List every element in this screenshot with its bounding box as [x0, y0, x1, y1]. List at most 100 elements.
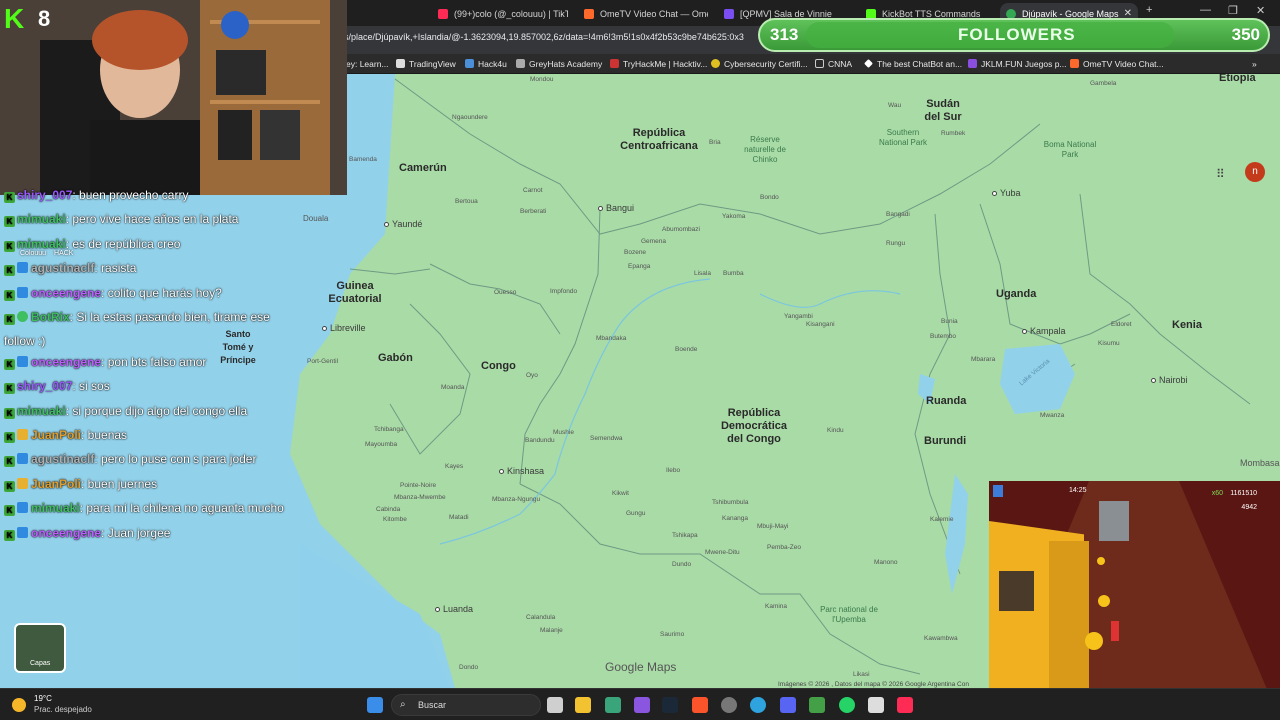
tab-ometv[interactable]: OmeTV Video Chat — Omegle — [578, 3, 708, 25]
chat-username[interactable]: onceengene — [31, 526, 101, 540]
file-explorer-icon[interactable] — [575, 697, 591, 713]
bookmarks-overflow-icon[interactable]: » — [1252, 57, 1257, 71]
chat-username[interactable]: mimuaki — [17, 237, 66, 251]
bookmark-item[interactable]: OmeTV Video Chat... — [1070, 57, 1164, 71]
bookmark-item[interactable]: JKLM.FUN Juegos p... — [968, 57, 1067, 71]
park-chinko[interactable]: Réserve naturelle de Chinko — [738, 135, 792, 165]
steam-icon[interactable] — [662, 697, 678, 713]
capital-juba[interactable]: Yuba — [992, 188, 1021, 198]
close-window-icon[interactable]: ✕ — [1256, 4, 1265, 17]
capital-luanda[interactable]: Luanda — [435, 604, 473, 614]
chat-username[interactable]: agustinaclf — [31, 261, 94, 275]
city-label: Mwene-Ditu — [705, 549, 740, 556]
label-gabon[interactable]: Gabón — [378, 352, 413, 365]
search-icon: ⌕ — [400, 699, 406, 710]
new-tab-icon[interactable]: + — [1146, 4, 1152, 16]
label-dr-congo[interactable]: República Democrática del Congo — [716, 407, 792, 446]
chat-text: : es de república creo — [65, 236, 181, 251]
bookmark-item[interactable]: The best ChatBot an... — [864, 57, 962, 71]
capital-kinshasa[interactable]: Kinshasa — [499, 466, 544, 476]
city-label: Berberati — [520, 208, 547, 215]
jklm-icon — [968, 59, 977, 68]
streamer-webcam: K 8 — [0, 0, 347, 195]
kick-badge-icon: K — [4, 358, 15, 370]
layers-button[interactable]: Capas — [14, 623, 66, 673]
chat-username[interactable]: JuanPoli — [31, 428, 81, 442]
overlay-tag: HACK — [54, 250, 74, 257]
bookmark-item[interactable]: GreyHats Academy — [516, 57, 602, 71]
obs-icon[interactable] — [721, 697, 737, 713]
chat-username[interactable]: onceengene — [31, 286, 101, 300]
label-ethiopia[interactable]: Etiopía — [1219, 74, 1256, 85]
whatsapp-icon[interactable] — [839, 697, 855, 713]
ometv-icon — [1070, 59, 1079, 68]
bookmark-item[interactable]: Cybersecurity Certifi... — [711, 57, 808, 71]
tab-tiktok[interactable]: (99+)colo (@_colouuu) | TikTok — [432, 3, 568, 25]
chat-overlay-tag: Colouuu HACK — [20, 250, 73, 257]
label-south-sudan[interactable]: Sudán del Sur — [923, 98, 963, 124]
maximize-icon[interactable]: ❐ — [1228, 4, 1238, 17]
chat-username[interactable]: JuanPoli — [31, 477, 81, 491]
city-label: Mbanza-Ngungu — [492, 496, 541, 503]
apps-grid-icon[interactable]: ⠿ — [1216, 167, 1230, 181]
label-congo[interactable]: Congo — [481, 360, 516, 373]
park-southern[interactable]: Southern National Park — [872, 128, 934, 148]
discord-icon[interactable] — [780, 697, 796, 713]
label-cameroon[interactable]: Camerún — [399, 162, 447, 175]
chat-username[interactable]: agustinaclf — [31, 452, 94, 466]
app-icon[interactable] — [605, 697, 621, 713]
chat-username[interactable]: shiry_007 — [17, 188, 72, 202]
app-icon[interactable] — [868, 697, 884, 713]
telegram-icon[interactable] — [750, 697, 766, 713]
city-label: Tshibumbula — [712, 499, 749, 506]
shelf — [200, 0, 330, 195]
windows-start-icon[interactable] — [367, 697, 383, 713]
chat-username[interactable]: mimuaki — [17, 212, 66, 226]
bookmark-item[interactable]: Hack4u — [465, 57, 507, 71]
city-label: Abumombazi — [662, 226, 700, 233]
chat-message: Konceengene: colito que harás hoy? — [4, 286, 222, 301]
city-label: Lisala — [694, 270, 711, 277]
label-uganda[interactable]: Uganda — [996, 288, 1036, 301]
task-view-icon[interactable] — [547, 697, 563, 713]
capital-nairobi[interactable]: Nairobi — [1151, 375, 1188, 385]
chat-username[interactable]: mimuaki — [17, 404, 66, 418]
map-attribution[interactable]: Imágenes © 2026 , Datos del mapa © 2026 … — [778, 681, 969, 688]
chat-username[interactable]: shiry_007 — [17, 379, 72, 393]
park-boma[interactable]: Boma National Park — [1038, 140, 1102, 160]
bookmark-label: OmeTV Video Chat... — [1083, 59, 1164, 69]
city-label: Calandula — [526, 614, 556, 621]
label-central-african-republic[interactable]: República Centroafricana — [616, 127, 702, 153]
bookmark-label: The best ChatBot an... — [877, 59, 963, 69]
label-rwanda[interactable]: Ruanda — [926, 395, 966, 408]
minecraft-icon[interactable] — [809, 697, 825, 713]
bookmark-item[interactable]: CNNA — [815, 57, 852, 71]
app-icon[interactable] — [634, 697, 650, 713]
minimize-icon[interactable]: — — [1200, 4, 1211, 16]
bookmark-item[interactable]: TradingView — [396, 57, 456, 71]
capital-bangui[interactable]: Bangui — [598, 203, 634, 213]
chat-username[interactable]: BotRix — [31, 310, 70, 324]
city-label: Mondou — [530, 76, 554, 83]
chat-message: Kagustinaclf: pero lo puse con s para jo… — [4, 452, 256, 468]
city-label: Gemena — [641, 238, 666, 245]
tiktok-icon — [438, 9, 448, 19]
brave-icon[interactable] — [692, 697, 708, 713]
label-burundi[interactable]: Burundi — [924, 435, 966, 448]
capital-yaounde[interactable]: Yaundé — [384, 219, 422, 229]
greyhats-icon — [516, 59, 525, 68]
account-avatar[interactable]: n — [1245, 162, 1265, 182]
chat-username[interactable]: mimuaki — [31, 501, 80, 515]
label-kenya[interactable]: Kenia — [1172, 319, 1202, 332]
park-upemba[interactable]: Parc national de l'Upemba — [818, 605, 880, 625]
taskbar-search[interactable]: ⌕ Buscar — [391, 694, 541, 716]
url-text[interactable]: s/place/Djúpavík,+Islandia/@-1.3623094,1… — [344, 32, 744, 42]
bookmark-item[interactable]: ey: Learn... — [346, 57, 389, 71]
bookmark-item[interactable]: TryHackMe | Hacktiv... — [610, 57, 707, 71]
tiktok-icon[interactable] — [897, 697, 913, 713]
chat-username[interactable]: onceengene — [31, 355, 101, 369]
city-label: Kawambwa — [924, 635, 958, 642]
city-label: Kisumu — [1098, 340, 1120, 347]
capital-kampala[interactable]: Kampala — [1022, 326, 1066, 336]
pause-button[interactable] — [993, 485, 1003, 497]
